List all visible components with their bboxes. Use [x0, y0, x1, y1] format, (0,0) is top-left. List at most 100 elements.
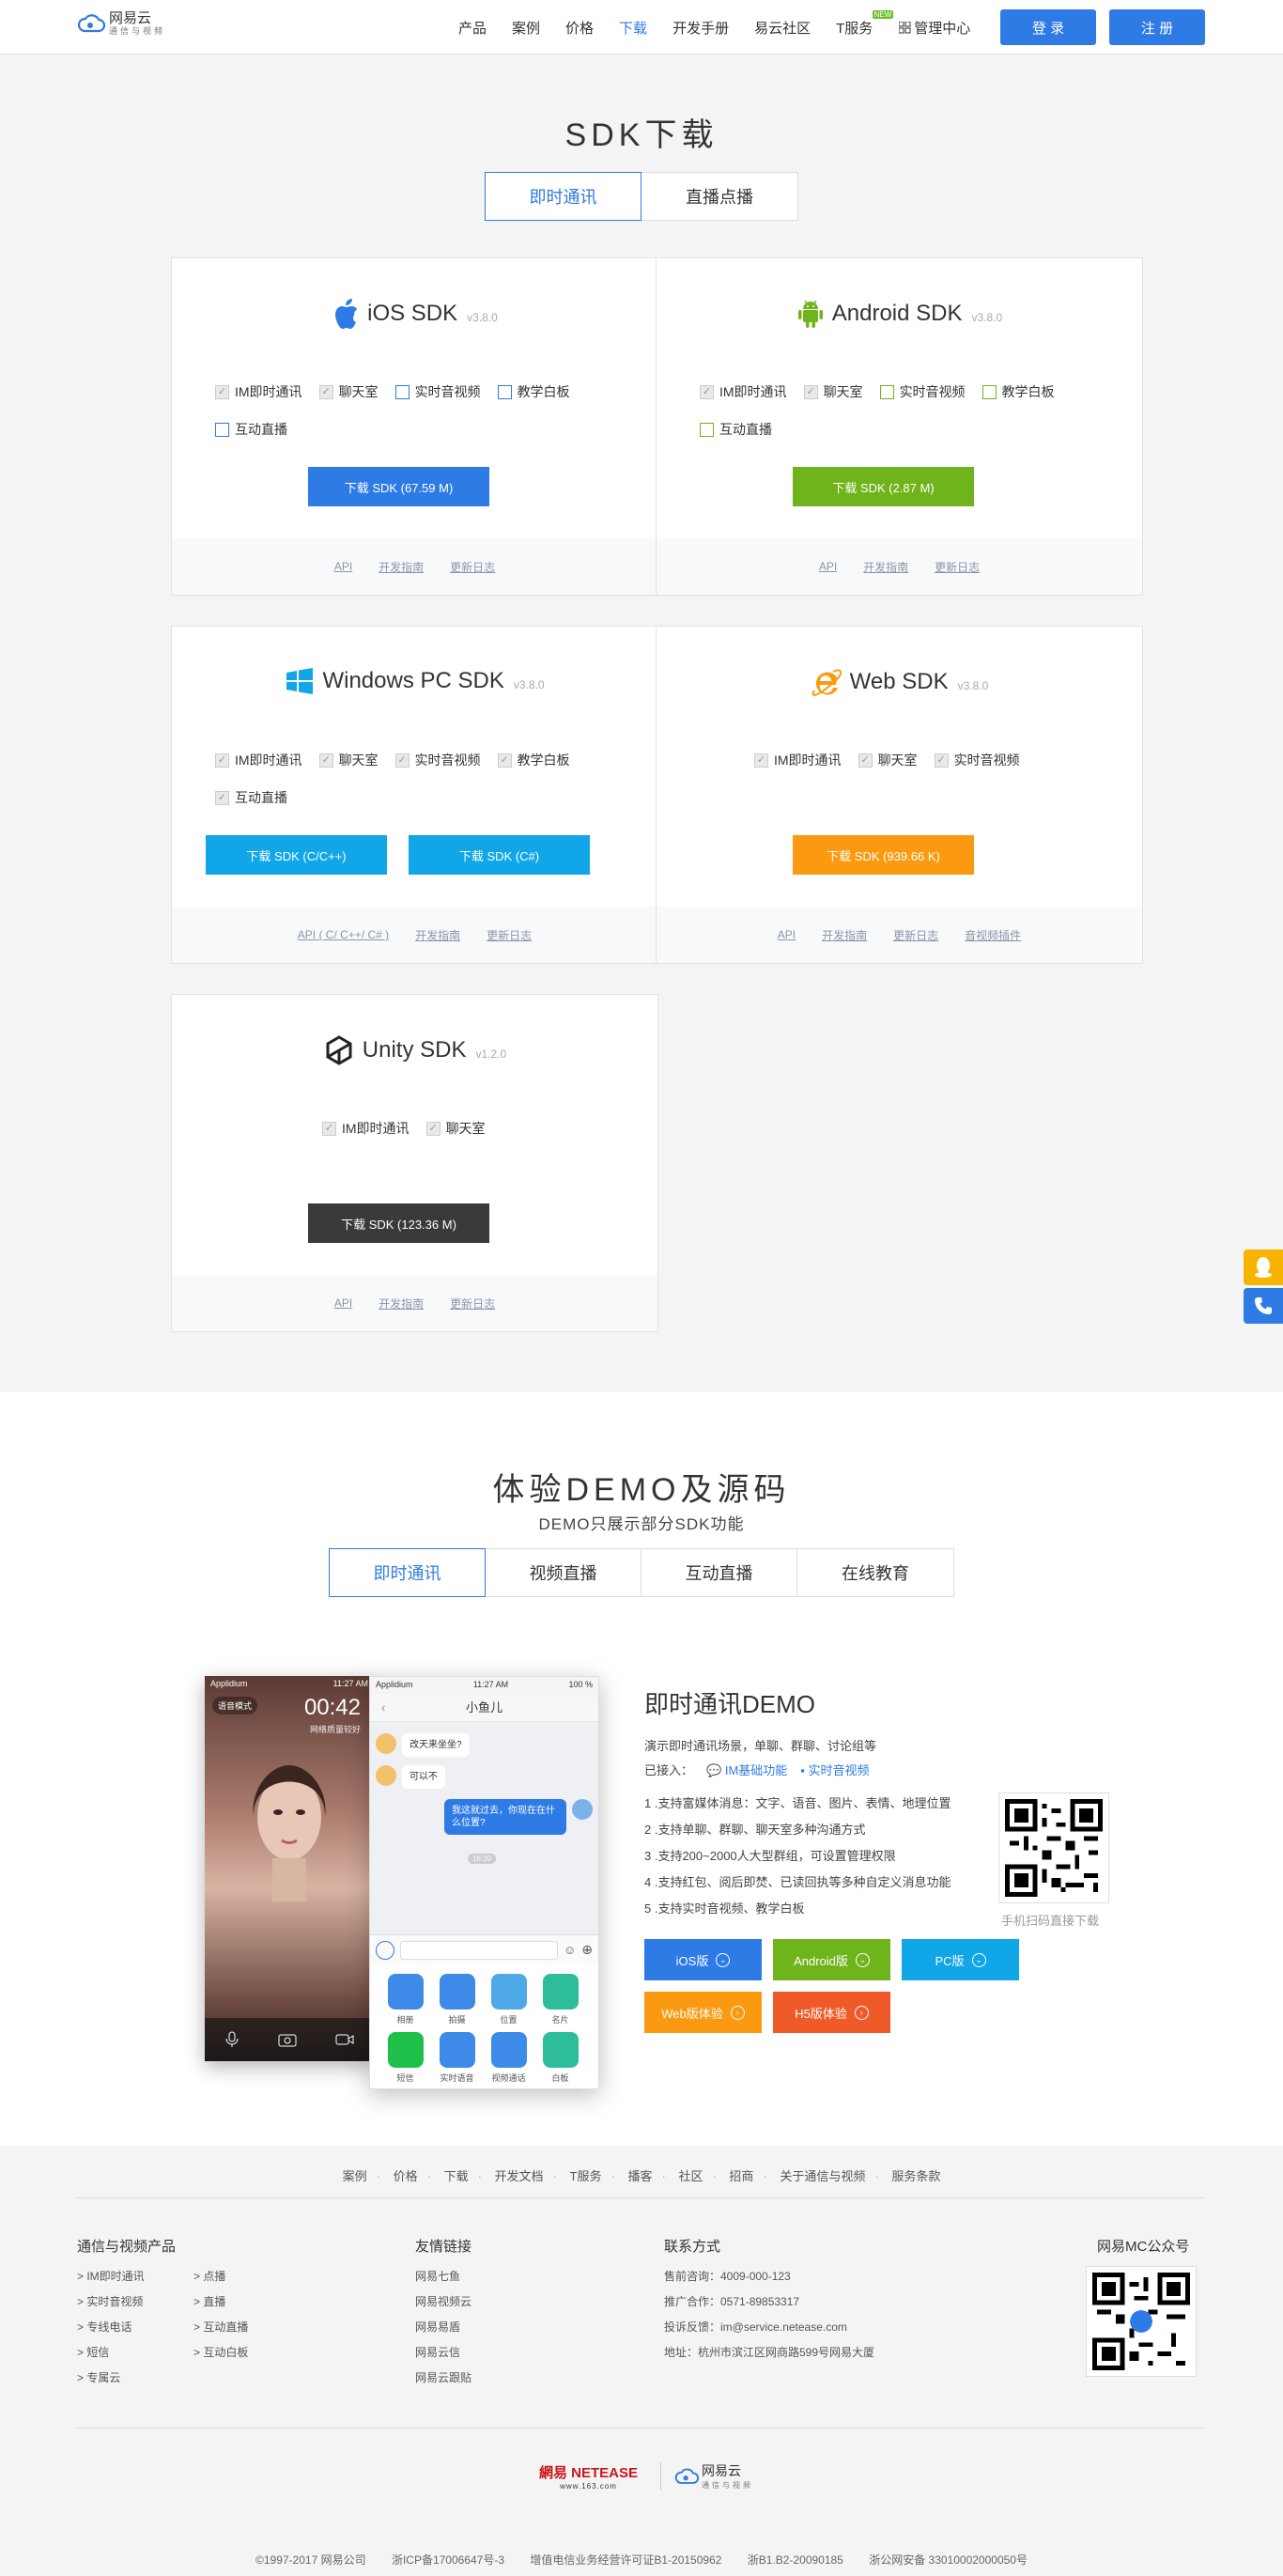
changelog-link[interactable]: 更新日志: [487, 927, 532, 943]
option-av[interactable]: 实时音视频: [879, 373, 966, 411]
footer-product-link[interactable]: > 短信: [77, 2344, 109, 2360]
dev-guide-link[interactable]: 开发指南: [822, 927, 867, 943]
register-button[interactable]: 注 册: [1109, 9, 1205, 45]
option-interactive-live[interactable]: 互动直播: [700, 411, 772, 448]
footer-product-link[interactable]: > IM即时通讯: [77, 2268, 145, 2284]
av-plugin-link[interactable]: 音视频插件: [965, 927, 1021, 943]
tool-location[interactable]: 位置: [483, 1970, 534, 2028]
tab-demo-im[interactable]: 即时通讯: [329, 1548, 486, 1597]
download-android-button[interactable]: 下载 SDK (2.87 M): [793, 467, 974, 506]
option-chatroom[interactable]: ✓ 聊天室: [858, 741, 918, 779]
footer-product-link[interactable]: > 实时音视频: [77, 2293, 143, 2309]
footer-product-link[interactable]: > 直播: [193, 2293, 225, 2309]
dev-guide-link[interactable]: 开发指南: [379, 1296, 424, 1311]
footer-link-pricing[interactable]: 价格: [394, 2169, 418, 2183]
tool-sms[interactable]: 短信: [379, 2028, 431, 2087]
option-chatroom[interactable]: ✓ 聊天室: [425, 1110, 486, 1147]
tool-camera[interactable]: 拍摄: [431, 1970, 483, 2028]
login-button[interactable]: 登 录: [1000, 9, 1096, 45]
download-unity-button[interactable]: 下载 SDK (123.36 M): [308, 1203, 489, 1243]
demo-web-button[interactable]: Web版体验 ›: [644, 1992, 762, 2033]
footer-product-link[interactable]: > 互动白板: [193, 2344, 248, 2360]
api-link[interactable]: API: [334, 1296, 352, 1310]
dev-guide-link[interactable]: 开发指南: [415, 927, 460, 943]
friend-link[interactable]: 网易视频云: [415, 2293, 471, 2309]
option-im[interactable]: ✓ IM即时通讯: [700, 373, 787, 411]
tab-demo-interactive-live[interactable]: 互动直播: [642, 1548, 797, 1597]
footer-link-t-service[interactable]: T服务: [570, 2169, 602, 2183]
video-toggle-icon[interactable]: [335, 2033, 354, 2046]
option-im[interactable]: ✓ IM即时通讯: [754, 741, 842, 779]
demo-android-button[interactable]: Android版 ⌄: [773, 1939, 890, 1980]
tool-card[interactable]: 名片: [534, 1970, 586, 2028]
tab-demo-education[interactable]: 在线教育: [797, 1548, 954, 1597]
dev-guide-link[interactable]: 开发指南: [379, 559, 424, 575]
download-ios-button[interactable]: 下载 SDK (67.59 M): [308, 467, 489, 506]
nav-manage-center[interactable]: 管理中心: [899, 18, 970, 38]
download-windows-cpp-button[interactable]: 下载 SDK (C/C++): [206, 835, 387, 875]
tab-im[interactable]: 即时通讯: [485, 172, 642, 221]
message-input[interactable]: [400, 1940, 558, 1960]
option-whiteboard[interactable]: 教学白板: [982, 373, 1055, 411]
tool-album[interactable]: 相册: [379, 1970, 431, 2028]
footer-link-cases[interactable]: 案例: [343, 2169, 367, 2183]
footer-link-download[interactable]: 下载: [444, 2169, 469, 2183]
emoji-icon[interactable]: ☺: [564, 1943, 576, 1957]
nav-dev-manual[interactable]: 开发手册: [672, 18, 729, 38]
camera-switch-icon[interactable]: [278, 2032, 297, 2047]
phone-service-button[interactable]: [1244, 1288, 1283, 1324]
plus-icon[interactable]: ⊕: [581, 1942, 593, 1958]
api-link[interactable]: API: [778, 928, 796, 941]
footer-product-link[interactable]: > 专属云: [77, 2369, 120, 2385]
footer-link-podcast[interactable]: 播客: [627, 2169, 652, 2183]
footer-link-about[interactable]: 关于通信与视频: [780, 2169, 865, 2183]
changelog-link[interactable]: 更新日志: [935, 559, 980, 575]
option-chatroom[interactable]: ✓ 聊天室: [318, 373, 379, 411]
api-link[interactable]: API: [334, 560, 352, 573]
option-interactive-live[interactable]: ✓ 互动直播: [215, 779, 287, 816]
nav-community[interactable]: 易云社区: [754, 18, 811, 38]
tab-demo-video-live[interactable]: 视频直播: [486, 1548, 642, 1597]
option-av[interactable]: 实时音视频: [394, 373, 481, 411]
dev-guide-link[interactable]: 开发指南: [863, 559, 908, 575]
back-icon[interactable]: ‹: [381, 1694, 385, 1722]
option-av[interactable]: ✓ 实时音视频: [934, 741, 1020, 779]
option-chatroom[interactable]: ✓ 聊天室: [803, 373, 863, 411]
footer-link-community[interactable]: 社区: [678, 2169, 703, 2183]
qq-service-button[interactable]: [1244, 1249, 1283, 1285]
microphone-icon[interactable]: [224, 2031, 240, 2048]
api-link[interactable]: API ( C/ C++/ C# ): [298, 928, 389, 941]
demo-h5-button[interactable]: H5版体验 ›: [773, 1992, 890, 2033]
option-chatroom[interactable]: ✓ 聊天室: [318, 741, 379, 779]
footer-product-link[interactable]: > 点播: [193, 2268, 225, 2284]
friend-link[interactable]: 网易云跟贴: [415, 2369, 471, 2385]
option-av[interactable]: ✓ 实时音视频: [394, 741, 481, 779]
changelog-link[interactable]: 更新日志: [450, 559, 495, 575]
tool-whiteboard[interactable]: 白板: [534, 2028, 586, 2087]
option-im[interactable]: ✓ IM即时通讯: [215, 373, 302, 411]
changelog-link[interactable]: 更新日志: [450, 1296, 495, 1311]
option-im[interactable]: ✓ IM即时通讯: [215, 741, 302, 779]
yunxin-logo[interactable]: 网易云 通信与视频: [674, 2461, 753, 2491]
api-link[interactable]: API: [819, 560, 837, 573]
option-im[interactable]: ✓ IM即时通讯: [322, 1110, 410, 1147]
friend-link[interactable]: 网易易盾: [415, 2319, 460, 2335]
footer-product-link[interactable]: > 专线电话: [77, 2319, 131, 2335]
voice-input-icon[interactable]: [376, 1940, 394, 1960]
footer-link-terms[interactable]: 服务条款: [891, 2169, 940, 2183]
footer-link-partners[interactable]: 招商: [729, 2169, 753, 2183]
tool-voice-call[interactable]: 实时语音: [431, 2028, 483, 2087]
footer-product-link[interactable]: > 互动直播: [193, 2319, 248, 2335]
netease-logo[interactable]: 網易 NETEASE www.163.com: [539, 2462, 638, 2491]
nav-pricing[interactable]: 价格: [565, 18, 594, 38]
option-interactive-live[interactable]: 互动直播: [215, 411, 287, 448]
voice-mode-badge[interactable]: 语音模式: [212, 1697, 258, 1715]
changelog-link[interactable]: 更新日志: [893, 927, 938, 943]
tool-video-call[interactable]: 视频通话: [483, 2028, 534, 2087]
nav-cases[interactable]: 案例: [512, 18, 540, 38]
download-windows-csharp-button[interactable]: 下载 SDK (C#): [409, 835, 590, 875]
footer-link-docs[interactable]: 开发文档: [495, 2169, 544, 2183]
nav-products[interactable]: 产品: [458, 18, 487, 38]
friend-link[interactable]: 网易七鱼: [415, 2268, 460, 2284]
demo-pc-button[interactable]: PC版 ⌄: [902, 1939, 1019, 1980]
